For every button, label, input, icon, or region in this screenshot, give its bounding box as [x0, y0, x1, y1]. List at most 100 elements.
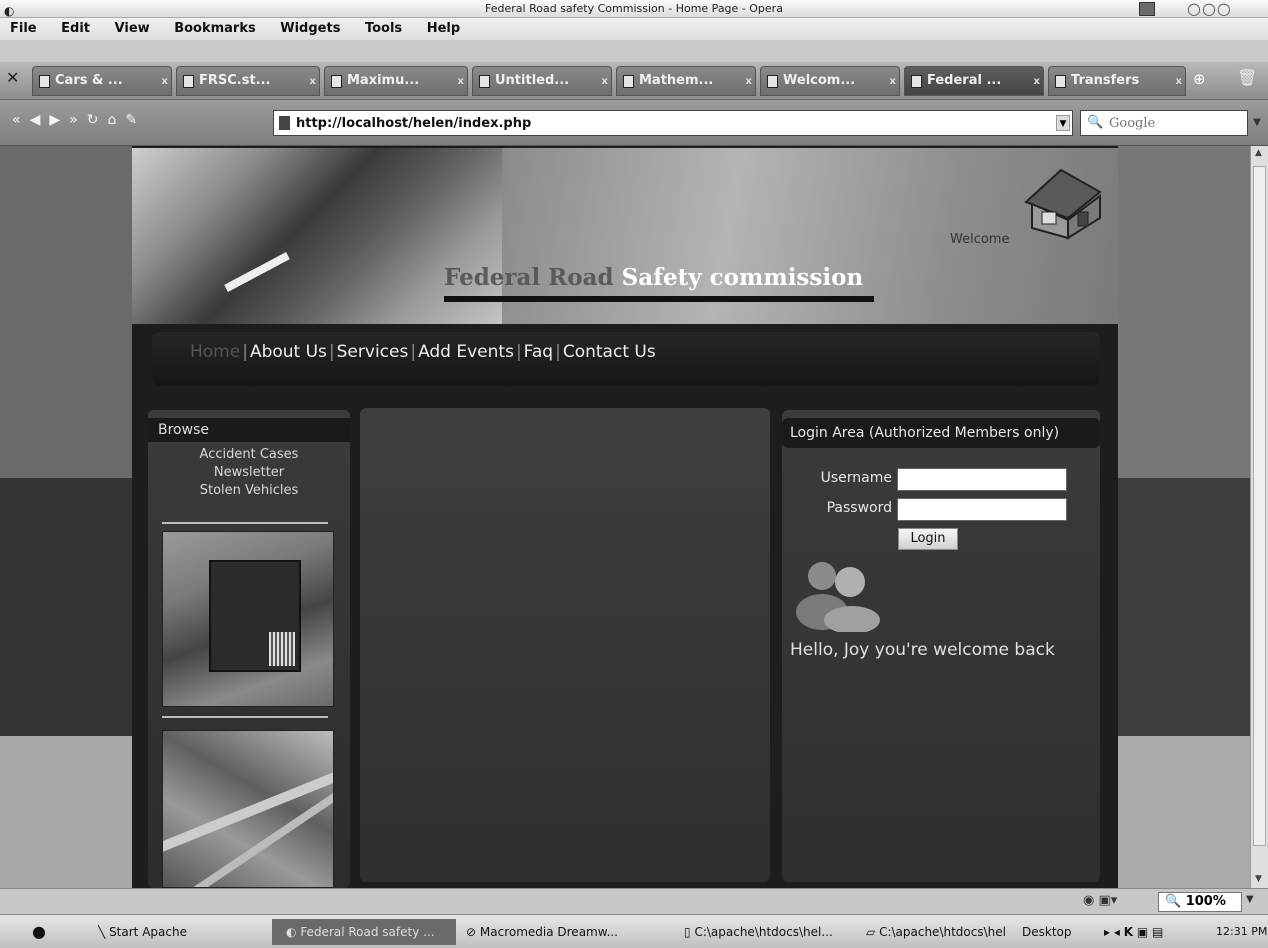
- tab-bar: ✕ Cars & ... x FRSC.st... x Maximu... x Unt…: [0, 62, 1268, 100]
- k-icon[interactable]: K: [1124, 925, 1133, 939]
- window-controls[interactable]: ○○○: [1187, 0, 1232, 18]
- edit-icon[interactable]: ✎: [125, 112, 146, 128]
- scroll-up-icon[interactable]: ▲: [1255, 148, 1262, 158]
- menu-bookmarks[interactable]: Bookmarks: [174, 21, 256, 36]
- password-input[interactable]: [898, 499, 1066, 520]
- password-field[interactable]: [897, 498, 1067, 521]
- system-tray[interactable]: ▸ ◂ K ▣ ▤: [1104, 919, 1214, 945]
- navigation-bar: «◀▶»↻⌂✎ ▼ 🔍 ▼: [0, 100, 1268, 146]
- tab-label: Untitled...: [495, 73, 570, 88]
- tab-close-icon[interactable]: x: [746, 68, 752, 95]
- address-bar[interactable]: ▼: [273, 110, 1073, 136]
- nav-contact-us[interactable]: Contact Us: [563, 342, 656, 362]
- page-icon: [479, 75, 490, 88]
- taskbar-opera-window[interactable]: ◐ Federal Road safety ...: [272, 919, 456, 945]
- taskbar-folder-1[interactable]: ▯ C:\apache\htdocs\hel...: [684, 919, 854, 945]
- tab-close-icon[interactable]: x: [602, 68, 608, 95]
- tray-arrows-icon[interactable]: ▸ ◂: [1104, 925, 1120, 939]
- search-dropdown-icon[interactable]: ▼: [1249, 113, 1265, 133]
- url-input[interactable]: [296, 113, 1036, 133]
- taskbar-label: Federal Road safety ...: [300, 925, 435, 939]
- scrollbar-thumb[interactable]: [1253, 166, 1266, 846]
- tray-app-icon[interactable]: ▤: [1152, 925, 1163, 939]
- username-input[interactable]: [898, 469, 1066, 490]
- tab-close-icon[interactable]: x: [1034, 68, 1040, 95]
- menu-edit[interactable]: Edit: [61, 21, 90, 36]
- tab-close-icon[interactable]: x: [890, 68, 896, 95]
- nav-home[interactable]: Home: [190, 342, 240, 362]
- welcome-back-message: Hello, Joy you're welcome back: [790, 640, 1055, 660]
- taskbar-start-apache[interactable]: ╲ Start Apache: [98, 919, 248, 945]
- nav-add-events[interactable]: Add Events: [418, 342, 514, 362]
- taskbar-label: Macromedia Dreamw...: [479, 925, 618, 939]
- menu-view[interactable]: View: [115, 21, 150, 36]
- home-icon[interactable]: ⌂: [107, 112, 125, 128]
- tab-close-icon[interactable]: x: [162, 68, 168, 95]
- view-icon[interactable]: ▣▾: [1098, 893, 1117, 908]
- truck-accident-image: [162, 531, 334, 707]
- login-panel: Login Area (Authorized Members only) Use…: [782, 410, 1100, 882]
- tab-label: Cars & ...: [55, 73, 123, 88]
- nav-about-us[interactable]: About Us: [250, 342, 327, 362]
- taskbar-dreamweaver[interactable]: ⊘ Macromedia Dreamw...: [466, 919, 646, 945]
- new-tab-icon[interactable]: ⊕: [1193, 70, 1206, 88]
- vertical-scrollbar[interactable]: ▲ ▼: [1250, 146, 1268, 888]
- tab-close-icon[interactable]: x: [1176, 68, 1182, 95]
- speed-icon[interactable]: ◉: [1083, 893, 1094, 908]
- menu-tools[interactable]: Tools: [365, 21, 402, 36]
- tab-close-icon[interactable]: x: [310, 68, 316, 95]
- page-icon: [183, 75, 194, 88]
- start-icon[interactable]: ●: [32, 919, 46, 945]
- address-dropdown-icon[interactable]: ▼: [1056, 115, 1070, 131]
- tab-cars[interactable]: Cars & ... x: [32, 66, 172, 96]
- highway-road: [163, 756, 333, 856]
- scroll-down-icon[interactable]: ▼: [1255, 874, 1262, 884]
- link-accident-cases[interactable]: Accident Cases: [148, 446, 350, 464]
- tab-frsc[interactable]: FRSC.st... x: [176, 66, 320, 96]
- folder-icon: ▯: [684, 925, 691, 939]
- page-icon: [623, 75, 634, 88]
- window-title: Federal Road safety Commission - Home Pa…: [485, 2, 783, 15]
- menu-file[interactable]: File: [10, 21, 37, 36]
- tab-welcom[interactable]: Welcom... x: [760, 66, 900, 96]
- nav-services[interactable]: Services: [337, 342, 409, 362]
- tray-app-icon[interactable]: ▣: [1137, 925, 1148, 939]
- taskbar-folder-2[interactable]: ▱ C:\apache\htdocs\hel...: [866, 919, 1006, 945]
- tab-untitled[interactable]: Untitled... x: [472, 66, 612, 96]
- welcome-text: Welcome: [950, 232, 1010, 247]
- tab-transfers[interactable]: Transfers x: [1048, 66, 1186, 96]
- zoom-dropdown-icon[interactable]: ▼: [1246, 894, 1254, 905]
- search-input[interactable]: [1109, 114, 1229, 132]
- taskbar-desktop[interactable]: Desktop: [1022, 919, 1102, 945]
- fast-forward-icon[interactable]: »: [69, 112, 87, 128]
- menu-widgets[interactable]: Widgets: [280, 21, 340, 36]
- rewind-icon[interactable]: «: [12, 112, 30, 128]
- login-button[interactable]: Login: [898, 528, 958, 550]
- taskbar-label: Start Apache: [109, 925, 187, 939]
- navigation-buttons: «◀▶»↻⌂✎: [12, 112, 146, 128]
- reload-icon[interactable]: ↻: [87, 112, 108, 128]
- username-field[interactable]: [897, 468, 1067, 491]
- link-stolen-vehicles[interactable]: Stolen Vehicles: [148, 482, 350, 500]
- tab-maximu[interactable]: Maximu... x: [324, 66, 468, 96]
- status-icons[interactable]: ◉ ▣▾: [1083, 893, 1117, 908]
- search-box[interactable]: 🔍 ▼: [1080, 110, 1261, 136]
- tab-close-icon[interactable]: x: [458, 68, 464, 95]
- tab-label: Federal ...: [927, 73, 1002, 88]
- menu-help[interactable]: Help: [427, 21, 460, 36]
- minimize-button[interactable]: [1139, 2, 1155, 16]
- tab-mathem[interactable]: Mathem... x: [616, 66, 756, 96]
- zoom-control[interactable]: 🔍 100%: [1158, 892, 1242, 912]
- link-newsletter[interactable]: Newsletter: [148, 464, 350, 482]
- back-icon[interactable]: ◀: [30, 112, 50, 128]
- trash-icon[interactable]: 🗑: [1237, 68, 1257, 87]
- tools-icon[interactable]: ✕: [6, 68, 19, 87]
- background-panel-left: [0, 146, 132, 888]
- menu-bar: File Edit View Bookmarks Widgets Tools H…: [0, 18, 1268, 40]
- users-icon: [796, 562, 880, 632]
- forward-icon[interactable]: ▶: [49, 112, 69, 128]
- nav-faq[interactable]: Faq: [524, 342, 553, 362]
- page-viewport: Welcome Federal Road Safety commission H…: [0, 146, 1250, 888]
- highway-image: [162, 730, 334, 888]
- tab-federal[interactable]: Federal ... x: [904, 66, 1044, 96]
